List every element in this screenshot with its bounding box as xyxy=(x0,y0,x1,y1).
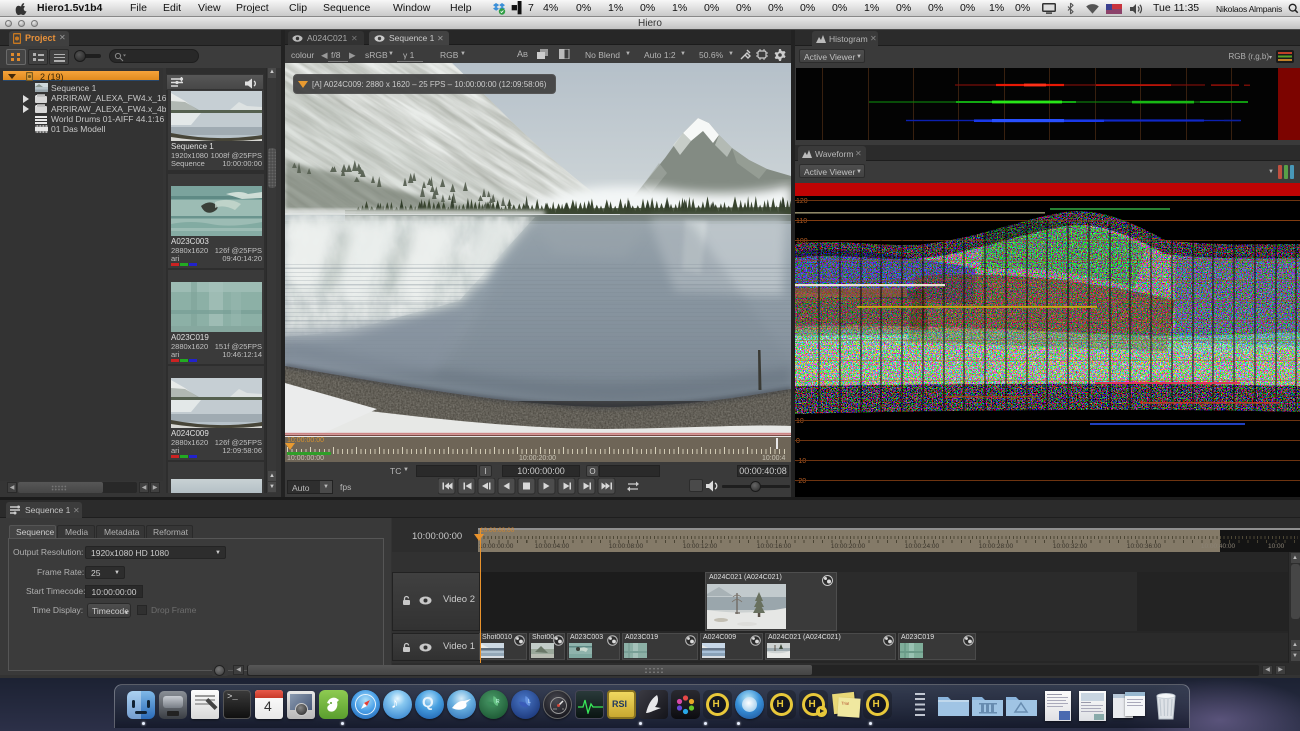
svg-text:0: 0 xyxy=(796,438,800,445)
svg-text:L: L xyxy=(528,699,531,705)
svg-text:110: 110 xyxy=(796,218,807,225)
svg-text:-20: -20 xyxy=(796,478,806,485)
svg-text:10: 10 xyxy=(796,418,804,425)
svg-text:R: R xyxy=(496,699,500,705)
svg-text:120: 120 xyxy=(796,198,808,205)
svg-text:-10: -10 xyxy=(796,458,806,465)
